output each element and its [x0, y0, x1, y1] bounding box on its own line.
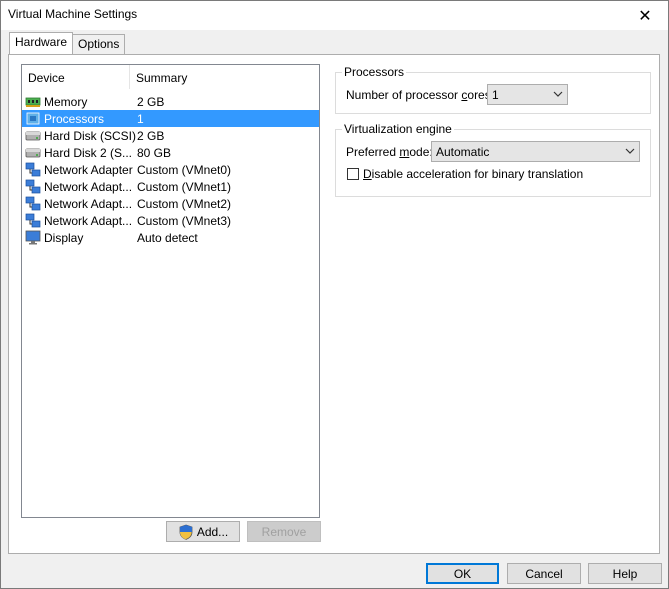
- column-header-device[interactable]: Device: [28, 71, 65, 85]
- shield-icon: [179, 524, 193, 540]
- window-title: Virtual Machine Settings: [8, 7, 138, 21]
- close-icon: ✕: [638, 7, 652, 25]
- network-adapter-icon: [25, 162, 41, 177]
- disable-acceleration-label[interactable]: Disable acceleration for binary translat…: [363, 167, 583, 181]
- device-name: Hard Disk (SCSI): [44, 129, 137, 143]
- device-row[interactable]: Network Adapt... Custom (VMnet2): [22, 195, 319, 212]
- device-summary: Custom (VMnet3): [137, 214, 232, 228]
- add-button[interactable]: Add...: [166, 521, 240, 542]
- preferred-mode-select[interactable]: Automatic: [431, 141, 640, 162]
- device-name: Network Adapt...: [44, 214, 133, 228]
- help-button[interactable]: Help: [588, 563, 662, 584]
- mode-label-accel: m: [399, 145, 410, 159]
- tab-hardware-label: Hardware: [15, 35, 68, 49]
- hard-disk-icon: [25, 145, 41, 160]
- device-row[interactable]: Memory 2 GB: [22, 93, 319, 110]
- device-row[interactable]: Network Adapt... Custom (VMnet3): [22, 212, 319, 229]
- list-header: Device Summary: [22, 65, 319, 89]
- device-list[interactable]: Device Summary Memory 2 GB Processors 1 Hard…: [21, 64, 320, 518]
- device-summary: Custom (VMnet0): [137, 163, 232, 177]
- disable-acceleration-checkbox[interactable]: [347, 168, 359, 180]
- device-row[interactable]: Hard Disk (SCSI) 2 GB: [22, 127, 319, 144]
- add-button-label: Add...: [196, 524, 229, 539]
- cores-label-pre: Number of processor: [346, 88, 462, 102]
- column-header-summary[interactable]: Summary: [136, 71, 187, 85]
- device-summary: 2 GB: [137, 129, 165, 143]
- processors-group-title: Processors: [342, 65, 407, 79]
- memory-icon: [25, 94, 41, 109]
- network-adapter-icon: [25, 179, 41, 194]
- device-summary: 1: [137, 112, 144, 126]
- title-bar[interactable]: Virtual Machine Settings ✕: [1, 1, 668, 30]
- disable-accel-label-accel: D: [363, 167, 372, 181]
- tab-options[interactable]: Options: [72, 34, 126, 54]
- device-row[interactable]: Network Adapt... Custom (VMnet1): [22, 178, 319, 195]
- network-adapter-icon: [25, 196, 41, 211]
- mode-label: Preferred mode:: [346, 145, 433, 159]
- network-adapter-icon: [25, 213, 41, 228]
- hard-disk-icon: [25, 128, 41, 143]
- vm-settings-window: Virtual Machine Settings ✕ Hardware Opti…: [0, 0, 669, 589]
- tab-options-label: Options: [78, 37, 120, 51]
- device-name: Network Adapt...: [44, 197, 133, 211]
- processor-icon: [25, 111, 41, 126]
- device-name: Display: [44, 231, 84, 245]
- device-summary: Custom (VMnet1): [137, 180, 232, 194]
- mode-label-pre: Preferred: [346, 145, 400, 159]
- disable-accel-label-rest: isable acceleration for binary translati…: [371, 167, 584, 181]
- ok-button[interactable]: OK: [426, 563, 499, 584]
- preferred-mode-value: Automatic: [436, 145, 490, 159]
- device-name: Processors: [44, 112, 105, 126]
- mode-label-post: ode:: [409, 145, 433, 159]
- processors-group: Processors Number of processor cores: 1: [335, 65, 651, 114]
- display-icon: [25, 230, 41, 245]
- cores-label: Number of processor cores:: [346, 88, 494, 102]
- remove-button[interactable]: Remove: [247, 521, 321, 542]
- device-row[interactable]: Display Auto detect: [22, 229, 319, 246]
- chevron-down-icon: [553, 91, 563, 97]
- cancel-button[interactable]: Cancel: [507, 563, 581, 584]
- device-name: Hard Disk 2 (S...: [44, 146, 133, 160]
- cancel-button-label: Cancel: [525, 566, 563, 581]
- device-summary: Auto detect: [137, 231, 198, 245]
- tab-hardware[interactable]: Hardware: [9, 32, 74, 54]
- hardware-panel: Device Summary Memory 2 GB Processors 1 Hard…: [8, 54, 660, 554]
- column-separator[interactable]: [129, 65, 130, 89]
- help-button-label: Help: [612, 566, 638, 581]
- device-row[interactable]: Processors 1: [22, 110, 319, 127]
- device-name: Network Adapter: [44, 163, 133, 177]
- virtualization-group: Virtualization engine Preferred mode: Au…: [335, 122, 651, 197]
- device-name: Network Adapt...: [44, 180, 133, 194]
- device-summary: Custom (VMnet2): [137, 197, 232, 211]
- device-summary: 80 GB: [137, 146, 172, 160]
- ok-button-label: OK: [453, 566, 472, 581]
- remove-button-label: Remove: [261, 524, 307, 539]
- chevron-down-icon: [625, 148, 635, 154]
- device-name: Memory: [44, 95, 88, 109]
- device-summary: 2 GB: [137, 95, 165, 109]
- close-button[interactable]: ✕: [622, 1, 668, 30]
- virtualization-group-title: Virtualization engine: [342, 122, 454, 136]
- processor-cores-select[interactable]: 1: [487, 84, 568, 105]
- device-row[interactable]: Network Adapter Custom (VMnet0): [22, 161, 319, 178]
- device-row[interactable]: Hard Disk 2 (S... 80 GB: [22, 144, 319, 161]
- processor-cores-value: 1: [492, 88, 499, 102]
